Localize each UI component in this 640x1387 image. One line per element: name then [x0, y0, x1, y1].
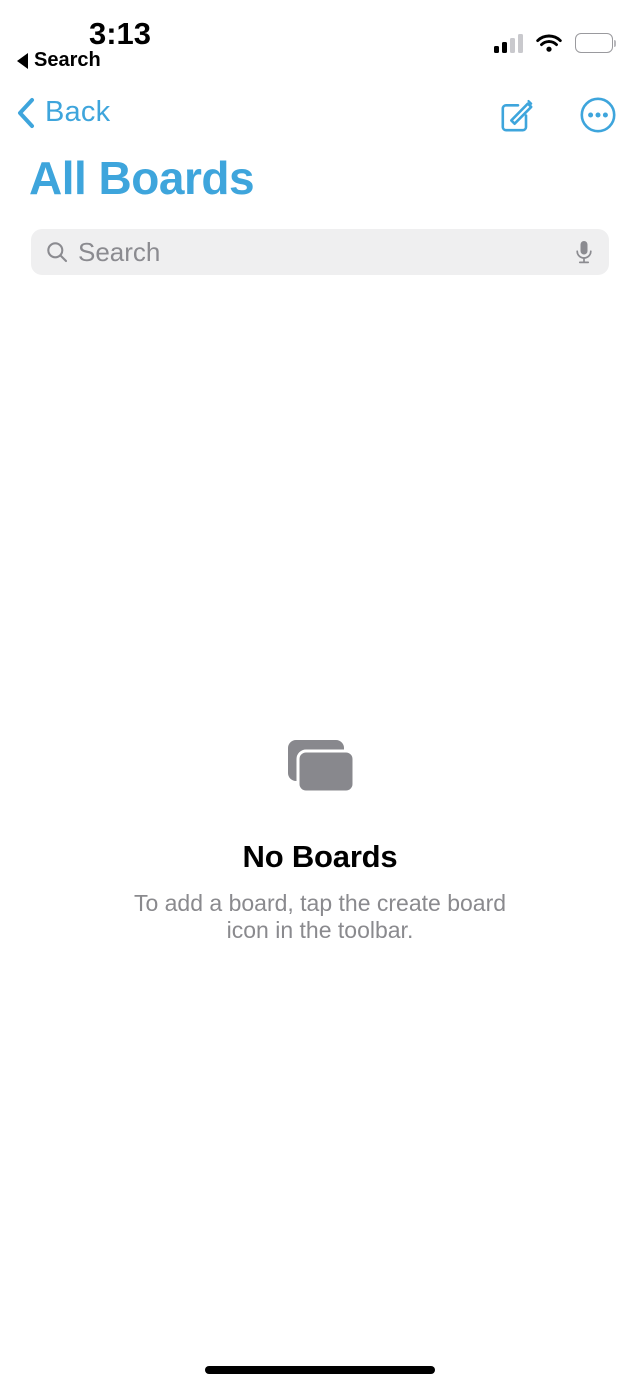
triangle-left-icon [17, 52, 28, 69]
back-button[interactable]: Back [16, 96, 110, 129]
search-input[interactable]: Search [31, 229, 609, 275]
empty-state-subtitle: To add a board, tap the create board ico… [133, 890, 507, 944]
search-icon [45, 240, 69, 264]
microphone-icon[interactable] [573, 238, 595, 266]
home-indicator[interactable] [205, 1366, 435, 1374]
status-bar-indicators [493, 28, 616, 58]
return-to-previous-app-button[interactable]: Search [17, 49, 101, 72]
iphone-screen: 3:13 Search Back All Boards Search No Bo… [0, 0, 640, 1387]
back-button-label: Back [45, 96, 111, 128]
empty-state: No Boards To add a board, tap the create… [0, 735, 640, 944]
wifi-icon [535, 33, 562, 53]
page-title: All Boards [29, 152, 255, 204]
compose-board-icon[interactable] [495, 94, 537, 136]
more-circle-ellipsis-icon[interactable] [577, 94, 619, 136]
status-bar-clock: 3:13 [88, 16, 152, 51]
cellular-signal-icon [493, 33, 523, 53]
battery-icon [574, 33, 616, 53]
chevron-left-icon [16, 97, 36, 129]
empty-state-title: No Boards [242, 839, 398, 874]
stacked-boards-icon [284, 735, 356, 797]
search-placeholder: Search [78, 236, 161, 267]
navigation-bar-actions [495, 94, 619, 136]
navigation-bar: Back [0, 88, 640, 150]
return-app-label: Search [34, 49, 101, 71]
status-bar: 3:13 Search [0, 0, 640, 88]
